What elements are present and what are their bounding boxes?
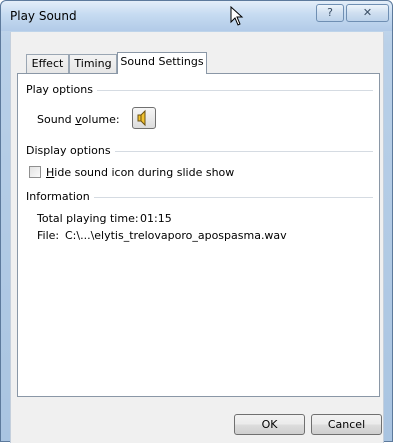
tab-timing[interactable]: Timing — [69, 54, 117, 73]
play-sound-dialog: Play Sound ? ✕ Effect Timing Sound Setti… — [0, 0, 393, 443]
help-button[interactable]: ? — [316, 4, 344, 22]
sound-settings-panel: Play options Sound volume: Display optio… — [17, 73, 380, 397]
tab-sound-settings[interactable]: Sound Settings — [117, 52, 207, 74]
sound-volume-label: Sound volume: — [37, 113, 120, 126]
tab-effect[interactable]: Effect — [26, 54, 69, 73]
file-path-value: C:\...\elytis_trelovaporo_apospasma.wav — [65, 229, 287, 242]
display-options-heading: Display options — [26, 144, 115, 157]
total-playing-time-label: Total playing time: — [37, 212, 139, 225]
mouse-cursor-icon — [230, 6, 244, 26]
information-heading: Information — [26, 190, 94, 203]
title-bar[interactable]: Play Sound ? ✕ — [1, 1, 392, 31]
speaker-icon — [137, 109, 146, 127]
hide-sound-icon-checkbox[interactable] — [29, 166, 41, 178]
total-playing-time-value: 01:15 — [140, 212, 172, 225]
hide-sound-icon-label[interactable]: Hide sound icon during slide show — [46, 166, 234, 179]
cancel-button[interactable]: Cancel — [311, 414, 382, 435]
file-label: File: — [37, 229, 60, 242]
close-button[interactable]: ✕ — [346, 4, 389, 22]
ok-button[interactable]: OK — [234, 414, 305, 435]
window-title: Play Sound — [10, 9, 77, 23]
play-options-heading: Play options — [26, 83, 97, 96]
sound-volume-button[interactable] — [132, 107, 156, 129]
